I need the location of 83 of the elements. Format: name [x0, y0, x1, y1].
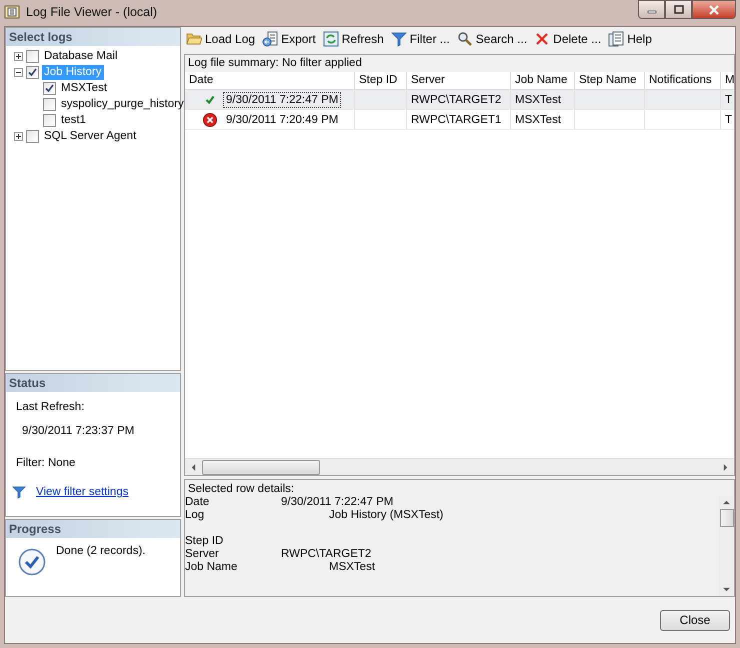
scroll-right-icon[interactable] [723, 464, 728, 470]
detail-label: Step ID [185, 535, 224, 548]
column-header[interactable]: Notifications [645, 72, 721, 89]
app-icon [4, 4, 20, 20]
detail-label: Date [185, 496, 210, 509]
close-button[interactable]: Close [660, 610, 730, 630]
filter-icon [12, 485, 26, 499]
close-icon [708, 4, 720, 14]
checkbox[interactable] [43, 98, 56, 110]
help-button[interactable]: Help [607, 30, 656, 48]
table-cell: 9/30/2011 7:22:47 PM [223, 92, 342, 108]
collapse-icon[interactable] [14, 68, 23, 76]
last-refresh-time: 9/30/2011 7:23:37 PM [21, 424, 136, 439]
table-cell: T [725, 114, 732, 126]
progress-message: Done (2 records). [56, 544, 146, 559]
checkbox[interactable] [26, 50, 39, 62]
view-filter-settings-link[interactable]: View filter settings [36, 486, 128, 498]
scroll-down-icon[interactable] [723, 587, 730, 592]
table-cell: RWPC\TARGET1 [411, 114, 502, 126]
detail-label: Log [185, 509, 206, 522]
export-icon [262, 31, 278, 47]
pane-header: Status [6, 374, 180, 392]
error-icon [203, 112, 217, 126]
folder-icon [186, 31, 202, 47]
tree-item[interactable]: test1 [59, 112, 88, 128]
checkbox[interactable] [26, 66, 39, 78]
help-icon [608, 31, 624, 47]
minimize-button[interactable] [638, 0, 665, 19]
scroll-thumb[interactable] [720, 509, 734, 527]
detail-label: Server [185, 548, 220, 561]
maximize-icon [672, 4, 684, 14]
detail-value: RWPC\TARGET2 [281, 548, 372, 561]
checkbox[interactable] [43, 82, 56, 94]
search-icon [456, 31, 473, 47]
pane-header: Select logs [6, 28, 180, 46]
window-title: Log File Viewer - (local) [26, 5, 158, 19]
tree-item[interactable]: SQL Server Agent [42, 128, 138, 144]
refresh-icon [322, 31, 339, 47]
checkbox[interactable] [43, 114, 56, 126]
details-title: Selected row details: [187, 482, 296, 496]
scroll-up-icon[interactable] [723, 500, 730, 505]
detail-value: 9/30/2011 7:22:47 PM [281, 496, 394, 509]
detail-value: Job History (MSXTest) [328, 509, 444, 522]
table-cell: RWPC\TARGET2 [411, 94, 502, 106]
detail-label: Job Name [185, 561, 238, 574]
filter-button[interactable]: Filter ... [390, 30, 454, 48]
table-cell-text: 9/30/2011 7:20:49 PM [225, 112, 340, 128]
folder-button[interactable]: Load Log [185, 30, 260, 48]
column-header[interactable]: Date [185, 72, 355, 89]
column-header[interactable]: Step ID [355, 72, 407, 89]
search-button[interactable]: Search ... [456, 30, 532, 48]
filter-icon [390, 31, 407, 47]
expand-icon[interactable] [14, 52, 23, 60]
table-cell: MSXTest [515, 94, 562, 106]
tree-item[interactable]: syspolicy_purge_history [59, 96, 186, 112]
column-header[interactable]: M [721, 72, 734, 89]
export-button[interactable]: Export [261, 30, 320, 48]
vertical-scrollbar[interactable] [719, 496, 734, 596]
refresh-button[interactable]: Refresh [322, 30, 388, 48]
checkbox[interactable] [26, 130, 39, 142]
maximize-button[interactable] [665, 0, 692, 19]
last-refresh-label: Last Refresh: [16, 400, 86, 415]
pane-header: Progress [6, 520, 180, 538]
scroll-thumb[interactable] [202, 460, 320, 474]
tree-item[interactable]: MSXTest [59, 80, 110, 96]
check-circle-icon [18, 548, 46, 576]
tree-item[interactable]: Database Mail [42, 48, 120, 64]
table-row[interactable]: 9/30/2011 7:20:49 PM RWPC\TARGET1 MSXTest T [185, 110, 734, 130]
column-header[interactable]: Server [407, 72, 511, 89]
table-cell: T [725, 94, 732, 106]
horizontal-scrollbar[interactable] [185, 458, 734, 475]
column-header[interactable]: Job Name [511, 72, 575, 89]
filter-status: Filter: None [16, 456, 76, 471]
detail-value: MSXTest [328, 561, 376, 574]
scroll-left-icon[interactable] [191, 464, 196, 470]
table-row[interactable]: 9/30/2011 7:22:47 PM RWPC\TARGET2 MSXTest T [185, 90, 734, 110]
table-cell: MSXTest [515, 114, 562, 126]
column-header[interactable]: Step Name [575, 72, 645, 89]
expand-icon[interactable] [14, 132, 23, 140]
delete-button[interactable]: Delete ... [533, 30, 606, 48]
log-summary: Log file summary: No filter applied [185, 55, 734, 72]
close-window-button[interactable] [692, 0, 736, 19]
delete-icon [534, 31, 550, 47]
